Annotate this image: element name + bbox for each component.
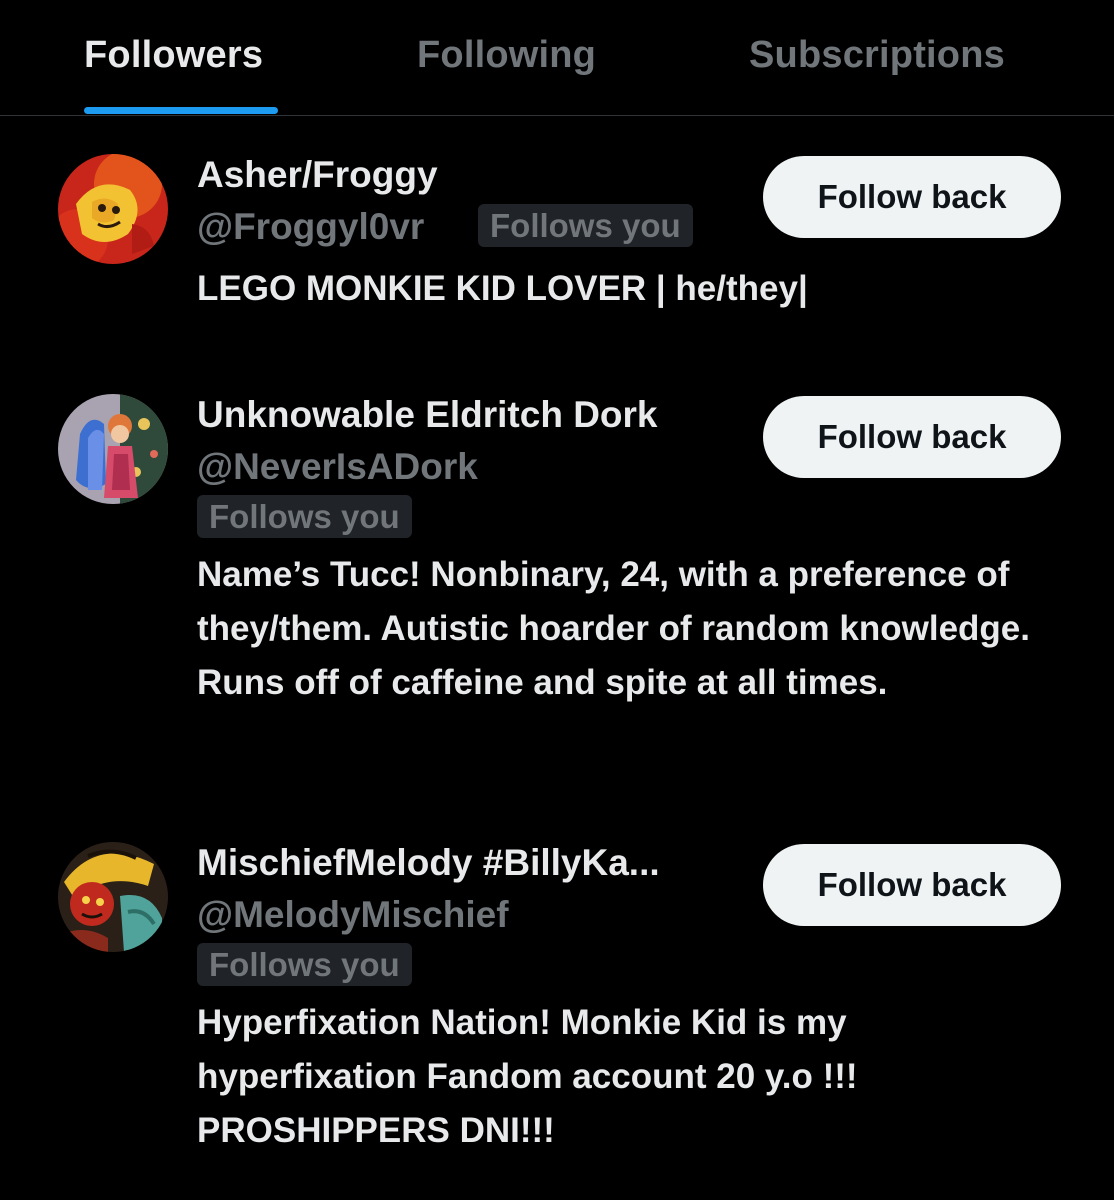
avatar[interactable]: [58, 154, 168, 264]
user-bio: Hyperfixation Nation! Monkie Kid is my h…: [197, 1003, 858, 1150]
follower-row[interactable]: MischiefMelody #BillyKa... @MelodyMischi…: [0, 838, 1114, 1168]
follows-you-badge: Follows you: [197, 495, 412, 538]
user-handle[interactable]: @Froggyl0vr: [197, 206, 424, 248]
tab-following[interactable]: Following: [417, 34, 596, 77]
follower-row[interactable]: Asher/Froggy @Froggyl0vr Follows you Fol…: [0, 150, 1114, 340]
avatar[interactable]: [58, 842, 168, 952]
display-name[interactable]: MischiefMelody #BillyKa...: [197, 842, 660, 884]
display-name[interactable]: Unknowable Eldritch Dork: [197, 394, 658, 436]
avatar-image: [58, 842, 168, 952]
follow-back-button[interactable]: Follow back: [763, 396, 1061, 478]
followers-page: Followers Following Subscriptions Asher/…: [0, 0, 1114, 1200]
active-tab-indicator: [84, 107, 278, 114]
avatar-image: [58, 394, 168, 504]
user-bio: LEGO MONKIE KID LOVER | he/they|: [197, 269, 808, 308]
user-bio: Name’s Tucc! Nonbinary, 24, with a prefe…: [197, 555, 1030, 702]
tab-bar: Followers Following Subscriptions: [0, 0, 1114, 116]
user-handle[interactable]: @NeverIsADork: [197, 446, 478, 488]
follows-you-badge: Follows you: [478, 204, 693, 247]
user-handle[interactable]: @MelodyMischief: [197, 894, 509, 936]
avatar[interactable]: [58, 394, 168, 504]
follow-back-button[interactable]: Follow back: [763, 156, 1061, 238]
tab-subscriptions[interactable]: Subscriptions: [749, 34, 1005, 77]
follower-row[interactable]: Unknowable Eldritch Dork @NeverIsADork F…: [0, 390, 1114, 770]
display-name[interactable]: Asher/Froggy: [197, 154, 438, 196]
tab-followers[interactable]: Followers: [84, 34, 263, 77]
follow-back-button[interactable]: Follow back: [763, 844, 1061, 926]
follows-you-badge: Follows you: [197, 943, 412, 986]
avatar-image: [58, 154, 168, 264]
